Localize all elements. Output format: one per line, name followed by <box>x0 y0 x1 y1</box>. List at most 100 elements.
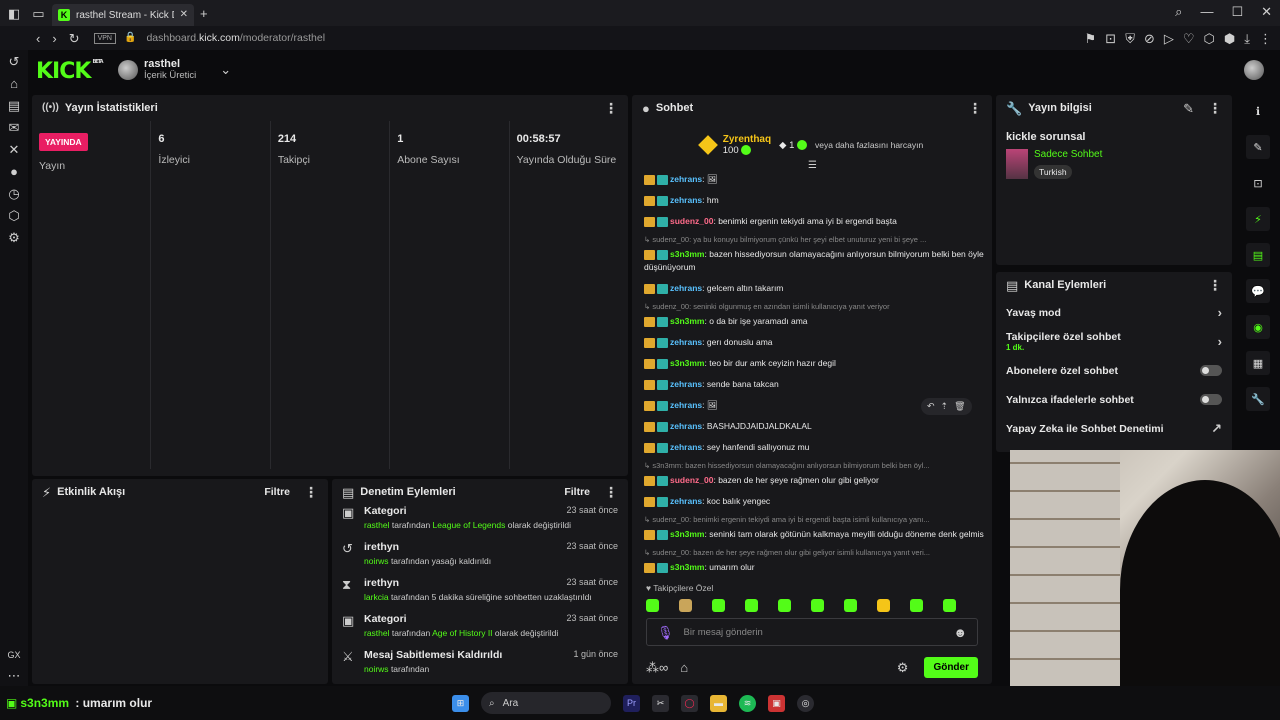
emote[interactable] <box>745 599 758 612</box>
layout-icon[interactable]: ▦ <box>1246 351 1270 375</box>
premiere-icon[interactable]: Pr <box>623 694 640 712</box>
toggle-switch[interactable] <box>1200 394 1222 405</box>
reply-reference[interactable]: ↳ s3n3mm: bazen hissediyorsun olamayacağ… <box>644 458 984 470</box>
reply-reference[interactable]: ↳ sudenz_00: seninki olgunmuş en azından… <box>644 299 984 311</box>
mail-icon[interactable]: ✉ <box>9 121 20 134</box>
chat-username[interactable]: s3n3mm <box>670 316 705 326</box>
chat-username[interactable]: zehrans <box>670 283 702 293</box>
chat-message[interactable]: zehrans: hm <box>644 190 984 211</box>
reply-reference[interactable]: ↳ sudenz_00: bazen de her şeye rağmen ol… <box>644 545 984 557</box>
chat-message[interactable]: zehrans: koc balık yengec <box>644 491 984 512</box>
toggle-switch[interactable] <box>1200 365 1222 376</box>
moderator-link[interactable]: rasthel <box>364 520 390 530</box>
capcut-icon[interactable]: ✂ <box>652 694 669 712</box>
kick-logo[interactable]: KICK BETA <box>36 59 104 84</box>
chat-username[interactable]: zehrans <box>670 400 702 410</box>
gear-icon[interactable]: ⚙ <box>897 661 909 674</box>
chat-message[interactable]: sudenz_00: benimki ergenin tekiydi ama i… <box>644 211 984 232</box>
chat-message[interactable]: zehrans: BASHAJDJAIDJALDKALAL <box>644 416 984 437</box>
chat-icon[interactable]: 💬 <box>1246 279 1270 303</box>
profile-avatar[interactable] <box>1244 60 1264 80</box>
channel-action-row[interactable]: Takipçilere özel sohbet 1 dk. › <box>996 327 1232 356</box>
chat-message[interactable]: s3n3mm: seninki tam olarak götünün kalkm… <box>644 524 984 545</box>
chat-username[interactable]: s3n3mm <box>670 358 705 368</box>
reply-reference[interactable]: ↳ sudenz_00: benimki ergenin tekiydi ama… <box>644 512 984 524</box>
cube-sidebar-icon[interactable]: ⬡ <box>8 209 19 222</box>
language-tag[interactable]: Turkish <box>1034 165 1072 179</box>
badges-icon[interactable]: ⁂∞ <box>646 661 668 674</box>
shield-icon[interactable]: ⛨ <box>1125 32 1135 45</box>
reply-reference[interactable]: ↳ sudenz_00: ya bu konuyu bilmiyorum çün… <box>644 232 984 244</box>
chat-message[interactable]: zehrans: 🖼 <box>644 169 984 190</box>
more-icon[interactable]: ⋯ <box>8 669 21 682</box>
settings-icon[interactable]: ⚙ <box>8 231 20 244</box>
filter-button[interactable]: Filtre <box>564 486 590 498</box>
capture-icon[interactable]: ⊡ <box>1246 171 1270 195</box>
gallery-icon[interactable]: ▤ <box>8 99 20 112</box>
chat-username[interactable]: s3n3mm <box>670 529 705 539</box>
pencil-icon[interactable]: ✎ <box>1246 135 1270 159</box>
moderator-link[interactable]: noirws <box>364 664 389 674</box>
chat-message[interactable]: s3n3mm: o da bir işe yaramadı ama <box>644 311 984 332</box>
channel-action-row[interactable]: Yalnızca ifadelerle sohbet <box>996 385 1232 414</box>
extensions-icon[interactable]: ⬡ <box>1204 32 1215 45</box>
chat-username[interactable]: sudenz_00 <box>670 216 713 226</box>
pin-icon[interactable]: ⇡ <box>941 401 949 412</box>
emote[interactable] <box>679 599 692 612</box>
chat-username[interactable]: zehrans <box>670 337 702 347</box>
emote[interactable] <box>811 599 824 612</box>
chat-message[interactable]: s3n3mm: bazen hissediyorsun olamayacağın… <box>644 244 984 278</box>
minimize-icon[interactable]: — <box>1200 5 1213 18</box>
bookmark-icon[interactable]: ⚑ <box>1085 32 1097 45</box>
moderator-link[interactable]: noirws <box>364 556 389 566</box>
category-link[interactable]: Sadece Sohbet <box>1034 149 1102 160</box>
tab-list-icon[interactable]: ▭ <box>32 7 44 20</box>
spotify-icon[interactable]: ≋ <box>739 694 756 712</box>
url-text[interactable]: dashboard.kick.com/moderator/rasthel <box>146 32 325 44</box>
browser-tab[interactable]: K rasthel Stream - Kick Das ✕ <box>52 4 194 26</box>
kebab-menu-icon[interactable]: ⋮ <box>968 100 982 117</box>
tools-icon[interactable]: 🔧 <box>1246 387 1270 411</box>
chat-message[interactable]: sudenz_00: bazen de her şeye rağmen olur… <box>644 470 984 491</box>
emote[interactable] <box>844 599 857 612</box>
moderator-link[interactable]: rasthel <box>364 628 390 638</box>
bag-icon[interactable]: ⌂ <box>10 77 18 90</box>
opera-gx-icon[interactable]: ◯ <box>681 694 698 712</box>
x-twitter-icon[interactable]: ✕ <box>9 143 20 156</box>
channel-switcher[interactable]: rasthel İçerik Üretici ⌄ <box>118 58 231 81</box>
search-tabs-icon[interactable]: ⌕ <box>1175 5 1182 18</box>
reload-icon[interactable]: ↻ <box>69 32 80 45</box>
back-icon[interactable]: ‹ <box>36 32 40 45</box>
vpn-badge[interactable]: VPN <box>93 32 116 44</box>
chat-username[interactable]: zehrans <box>670 195 702 205</box>
edit-icon[interactable]: ✎ <box>1183 102 1194 115</box>
channel-action-row[interactable]: Yavaş mod › <box>996 298 1232 327</box>
kebab-menu-icon[interactable]: ⋮ <box>1208 277 1222 294</box>
moderator-link[interactable]: larkcia <box>364 592 389 602</box>
delete-icon[interactable]: 🗑 <box>954 401 965 412</box>
dot-icon[interactable]: ● <box>10 165 18 178</box>
close-window-icon[interactable]: ✕ <box>1261 5 1272 18</box>
external-link-icon[interactable]: ↗ <box>1211 422 1222 435</box>
chat-message[interactable]: zehrans: sende bana takcan <box>644 374 984 395</box>
opera-menu-icon[interactable]: ◧ <box>8 7 20 20</box>
download-icon[interactable]: ⤓ <box>1244 32 1250 45</box>
kebab-menu-icon[interactable]: ⋮ <box>604 484 618 501</box>
clock-icon[interactable]: ◷ <box>8 187 19 200</box>
chat-message[interactable]: zehrans: gelcem altın takarım <box>644 278 984 299</box>
microphone-icon[interactable]: 🎙 <box>657 626 674 639</box>
forward-icon[interactable]: › <box>52 32 56 45</box>
chat-message[interactable]: s3n3mm: umarım olur <box>644 557 984 577</box>
menu-icon[interactable]: ⋮ <box>1259 32 1272 45</box>
tool-icon[interactable]: ▣ <box>768 694 785 712</box>
play-icon[interactable]: ▷ <box>1164 32 1174 45</box>
maximize-icon[interactable]: ☐ <box>1231 5 1243 18</box>
cube-icon[interactable]: ⬢ <box>1224 32 1235 45</box>
pinned-gift[interactable]: Zyrenthaq 100 ◆ 1 veya daha fazlasını har… <box>632 121 992 171</box>
kebab-menu-icon[interactable]: ⋮ <box>604 100 618 117</box>
history-icon[interactable]: ↺ <box>9 55 20 68</box>
chat-message[interactable]: zehrans: sey hanfendi sallıyonuz mu <box>644 437 984 458</box>
heart-icon[interactable]: ♡ <box>1183 32 1195 45</box>
chevron-right-icon[interactable]: › <box>1218 306 1222 319</box>
emote[interactable] <box>778 599 791 612</box>
